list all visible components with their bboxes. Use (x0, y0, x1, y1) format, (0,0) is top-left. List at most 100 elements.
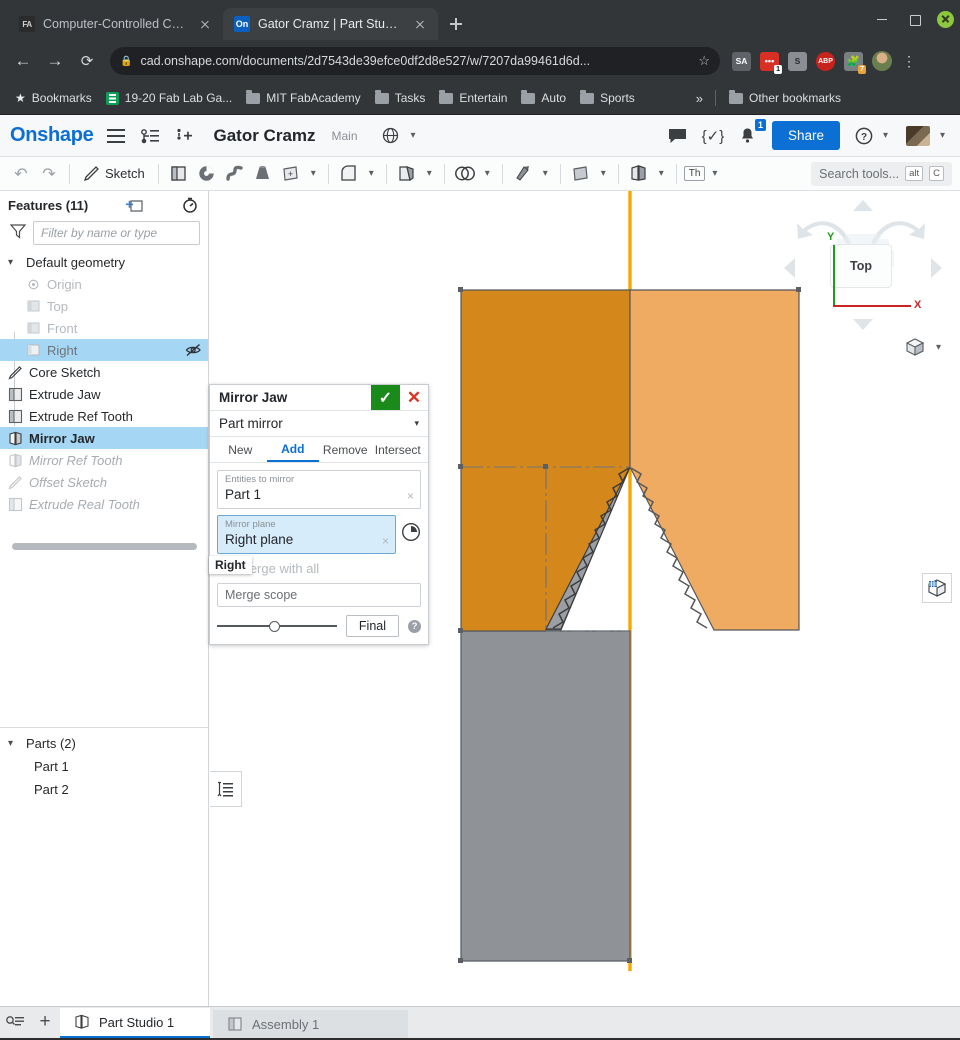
forward-button[interactable]: → (40, 46, 70, 76)
add-feature-icon[interactable] (173, 125, 195, 147)
comment-icon[interactable] (667, 125, 689, 147)
thickness-chevron-down-icon[interactable]: ▾ (707, 168, 722, 179)
tree-item-core-sketch[interactable]: Core Sketch (0, 361, 208, 383)
loft-icon[interactable] (250, 161, 276, 187)
entities-to-mirror-field[interactable]: Entities to mirror Part 1 × (217, 470, 421, 509)
s-extension-icon[interactable]: S (788, 51, 807, 71)
onshape-logo[interactable]: Onshape (10, 124, 94, 147)
search-tools-input[interactable]: Search tools... alt C (811, 161, 952, 186)
part-list-item-2[interactable]: Part 2 (0, 778, 208, 801)
dialog-accept-button[interactable]: ✓ (371, 385, 400, 410)
account-chevron-down-icon[interactable]: ▾ (935, 130, 950, 141)
add-tab-button[interactable]: + (30, 1007, 60, 1037)
slider-knob[interactable] (268, 621, 280, 632)
plane-chevron-down-icon[interactable]: ▾ (306, 168, 321, 179)
other-bookmarks-button[interactable]: Other bookmarks (722, 88, 848, 108)
thickness-tool-button[interactable]: Th (683, 166, 706, 181)
chevron-down-icon[interactable]: ▾ (8, 257, 20, 268)
tab-remove[interactable]: Remove (319, 437, 372, 462)
sa-extension-icon[interactable]: SA (732, 51, 751, 71)
bookmark-item-tasks[interactable]: Tasks (368, 88, 433, 108)
hamburger-menu-icon[interactable] (105, 125, 127, 147)
close-tab-icon[interactable] (412, 16, 428, 32)
mirror-chevron-down-icon[interactable]: ▾ (654, 168, 669, 179)
add-folder-icon[interactable] (124, 195, 144, 215)
view-orientation-cube[interactable]: Top Y X (784, 199, 942, 330)
shell-chevron-down-icon[interactable]: ▾ (422, 168, 437, 179)
bookmark-item-bookmarks[interactable]: ★ Bookmarks (8, 88, 99, 108)
plane-tool-icon[interactable]: + (278, 161, 304, 187)
tree-item-front-plane[interactable]: Front (0, 317, 208, 339)
globe-icon[interactable] (380, 125, 402, 147)
reload-button[interactable]: ⟳ (72, 46, 102, 76)
part2-solid[interactable] (629, 289, 800, 631)
final-button[interactable]: Final (345, 615, 399, 637)
bookmark-item-auto[interactable]: Auto (514, 88, 573, 108)
feature-tree-scrollbar[interactable] (12, 543, 197, 550)
tree-item-default-geometry[interactable]: ▾ Default geometry (0, 251, 208, 273)
question-icon[interactable]: ? (408, 619, 421, 633)
tab-list-icon[interactable] (0, 1007, 30, 1037)
maximize-window-icon[interactable] (905, 10, 923, 28)
filter-icon[interactable] (9, 223, 27, 244)
tree-item-extrude-real-tooth[interactable]: Extrude Real Tooth (0, 493, 208, 515)
bookmark-item-fabacademy[interactable]: MIT FabAcademy (239, 88, 367, 108)
rollback-slider[interactable] (217, 619, 337, 633)
filter-input[interactable]: Filter by name or type (33, 221, 200, 245)
bookmarks-overflow-button[interactable]: » (690, 91, 709, 106)
profile-avatar[interactable] (872, 51, 892, 71)
transform-icon[interactable] (568, 161, 594, 187)
chevron-down-icon[interactable]: ▾ (8, 738, 20, 749)
view-cube-top-face[interactable]: Top (830, 244, 892, 288)
document-tab-part-studio-1[interactable]: Part Studio 1 (60, 1008, 210, 1038)
revolve-icon[interactable] (194, 161, 220, 187)
notifications-bell-icon[interactable]: 1 (737, 118, 766, 147)
clear-entities-icon[interactable]: × (407, 489, 414, 503)
mirror-type-select[interactable]: Part mirror ▾ (210, 411, 428, 437)
bookmark-item-sports[interactable]: Sports (573, 88, 642, 108)
browser-menu-icon[interactable]: ⋮ (901, 54, 917, 68)
part-list-item-1[interactable]: Part 1 (0, 755, 208, 778)
version-graph-icon[interactable] (139, 125, 161, 147)
tree-item-extrude-ref-tooth[interactable]: Extrude Ref Tooth (0, 405, 208, 427)
fillet-chevron-down-icon[interactable]: ▾ (364, 168, 379, 179)
puzzle-extension-icon[interactable]: 🧩 7 (844, 51, 866, 74)
clear-plane-icon[interactable]: × (382, 534, 389, 548)
history-icon[interactable] (401, 522, 421, 542)
extrude-icon[interactable] (166, 161, 192, 187)
browser-tab-onshape[interactable]: On Gator Cramz | Part Studio 1 (223, 8, 438, 40)
document-tab-assembly-1[interactable]: Assembly 1 (213, 1010, 408, 1038)
tree-item-origin[interactable]: Origin (0, 273, 208, 295)
bookmark-item-entertain[interactable]: Entertain (432, 88, 514, 108)
help-chevron-down-icon[interactable]: ▾ (878, 130, 893, 141)
sketch-button[interactable]: Sketch (77, 165, 151, 182)
back-button[interactable]: ← (8, 46, 38, 76)
tree-item-mirror-ref-tooth[interactable]: Mirror Ref Tooth (0, 449, 208, 471)
red-extension-icon[interactable]: ••• 1 (760, 51, 782, 74)
undo-icon[interactable]: ↶ (8, 161, 34, 187)
close-window-icon[interactable] (937, 10, 954, 28)
fillet-icon[interactable] (336, 161, 362, 187)
browser-tab-fabacademy[interactable]: FA Computer-Controlled Cutting (8, 8, 223, 40)
merge-with-all-row[interactable]: Merge with all (222, 561, 421, 576)
eye-hidden-icon[interactable] (185, 343, 201, 357)
transform-chevron-down-icon[interactable]: ▾ (596, 168, 611, 179)
feature-list-flyout-button[interactable] (210, 771, 242, 807)
adblock-plus-extension-icon[interactable]: ABP (816, 51, 835, 71)
merge-scope-input[interactable]: Merge scope (217, 583, 421, 607)
boolean-icon[interactable] (452, 161, 478, 187)
stopwatch-icon[interactable] (180, 195, 200, 215)
minimize-window-icon[interactable] (873, 10, 891, 28)
close-tab-icon[interactable] (197, 16, 213, 32)
draft-chevron-down-icon[interactable]: ▾ (538, 168, 553, 179)
tree-item-right-plane[interactable]: Right (0, 339, 208, 361)
display-panel-button[interactable] (922, 573, 952, 603)
mirror-plane-field[interactable]: Mirror plane Right plane × (217, 515, 396, 554)
tree-item-top-plane[interactable]: Top (0, 295, 208, 317)
globe-chevron-down-icon[interactable]: ▾ (406, 130, 421, 141)
bookmark-star-icon[interactable]: ☆ (698, 53, 710, 69)
view-mode-selector[interactable]: ▾ (904, 337, 946, 357)
featurescript-icon[interactable]: {✓} (702, 125, 725, 147)
chevron-down-icon[interactable]: ▾ (414, 418, 419, 429)
account-avatar[interactable] (906, 125, 930, 146)
